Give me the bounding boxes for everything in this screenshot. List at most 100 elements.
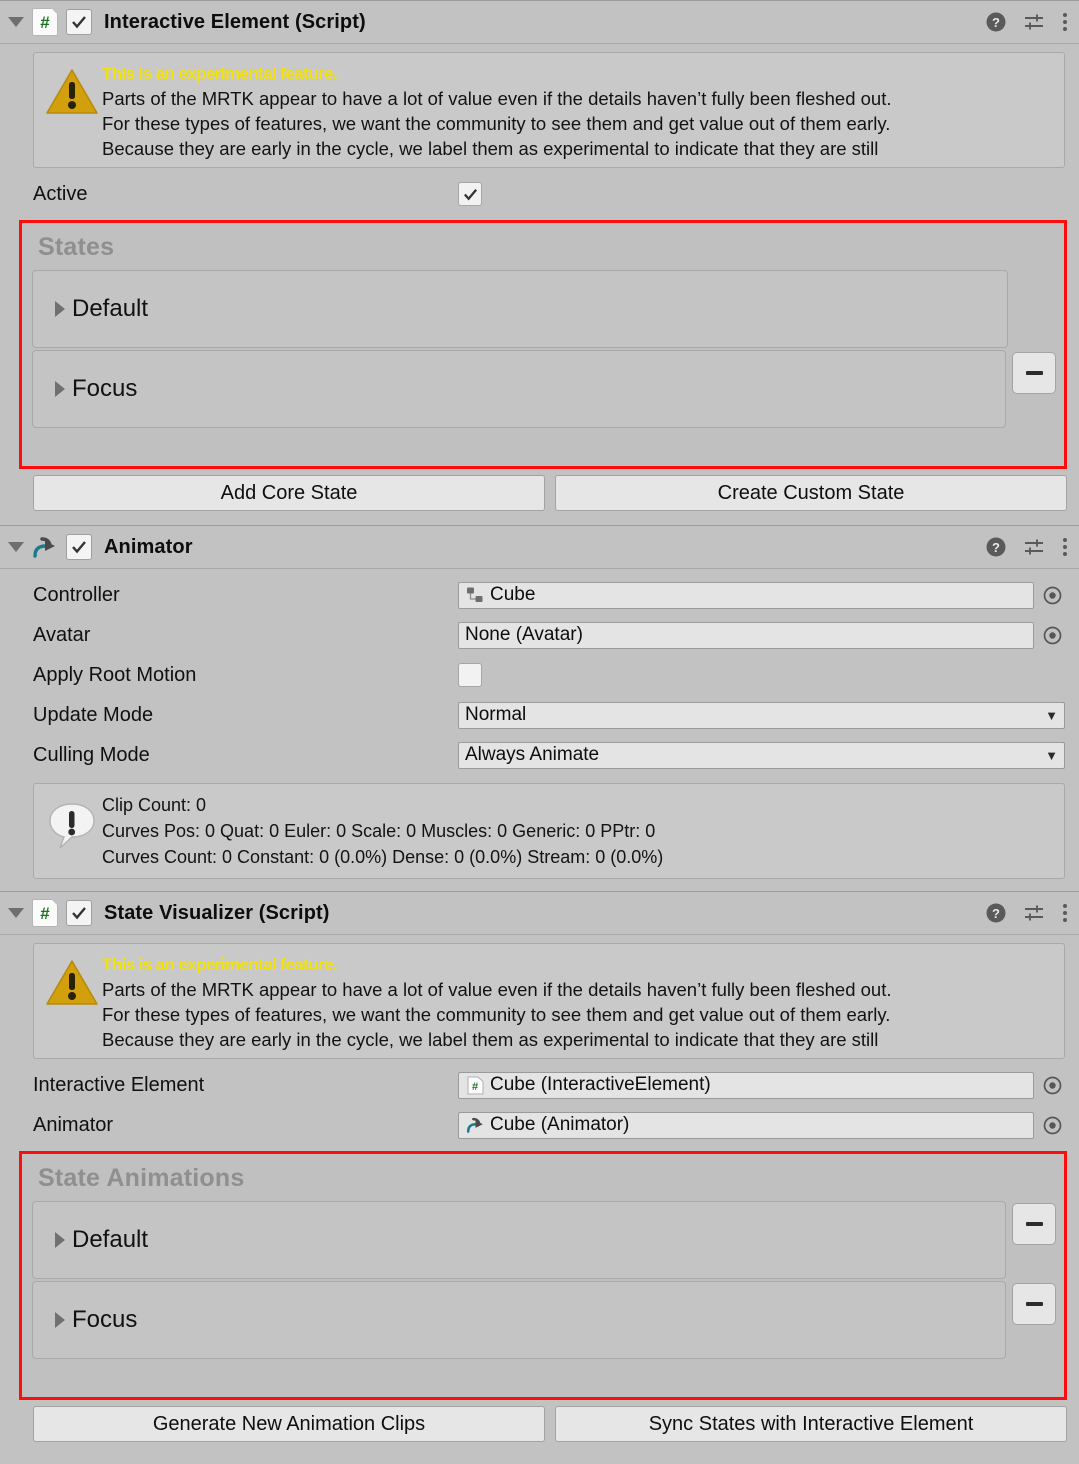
chevron-right-icon[interactable] — [55, 381, 65, 397]
foldout-triangle-icon[interactable] — [8, 17, 24, 27]
header-icon-group: ? — [985, 536, 1069, 558]
generate-new-animation-clips-button[interactable]: Generate New Animation Clips — [33, 1406, 545, 1442]
sync-states-with-interactive-element-button[interactable]: Sync States with Interactive Element — [555, 1406, 1067, 1442]
interactive-element-object-picker-button[interactable] — [1040, 1073, 1065, 1098]
create-custom-state-button[interactable]: Create Custom State — [555, 475, 1067, 511]
remove-state-animation-button-default[interactable] — [1012, 1203, 1056, 1245]
state-name-focus: Focus — [72, 375, 138, 402]
component-header-animator[interactable]: Animator ? — [0, 525, 1079, 569]
remove-state-button-focus[interactable] — [1012, 352, 1056, 394]
experimental-warning-box-1: This is an experimental feature. Parts o… — [33, 52, 1065, 168]
state-animation-foldout-focus[interactable]: Focus — [32, 1281, 1006, 1359]
experimental-warning-title-2: This is an experimental feature. — [102, 955, 338, 974]
avatar-object-field[interactable]: None (Avatar) — [458, 621, 1034, 649]
experimental-warning-line2-a: For these types of features, we want the… — [102, 113, 891, 134]
foldout-triangle-icon[interactable] — [8, 542, 24, 552]
more-menu-icon[interactable] — [1061, 902, 1069, 924]
help-icon[interactable]: ? — [985, 11, 1007, 33]
info-curves-count: Curves Count: 0 Constant: 0 (0.0%) Dense… — [102, 847, 664, 867]
animator-controller-icon — [465, 585, 485, 605]
component-header-interactive-element[interactable]: # Interactive Element (Script) ? — [0, 0, 1079, 44]
active-checkbox[interactable] — [458, 182, 482, 206]
animator-ref-object-picker-button[interactable] — [1040, 1113, 1065, 1138]
avatar-object-picker-button[interactable] — [1040, 623, 1065, 648]
remove-state-animation-button-focus[interactable] — [1012, 1283, 1056, 1325]
animator-info-box: Clip Count: 0 Curves Pos: 0 Quat: 0 Eule… — [33, 783, 1065, 879]
chevron-right-icon[interactable] — [55, 1232, 65, 1248]
chevron-right-icon[interactable] — [55, 1312, 65, 1328]
state-list-row-focus: Focus — [32, 350, 1056, 430]
experimental-warning-line2-b: For these types of features, we want the… — [102, 1004, 891, 1025]
warning-triangle-icon — [42, 61, 102, 117]
component-enabled-checkbox-state-visualizer[interactable] — [66, 900, 92, 926]
label-avatar: Avatar — [33, 623, 91, 646]
state-name-default: Default — [72, 295, 149, 322]
controller-object-picker-button[interactable] — [1040, 583, 1065, 608]
state-animation-list-footer — [32, 1361, 1056, 1389]
interactive-element-value: Cube (InteractiveElement) — [490, 1074, 711, 1095]
state-animation-name-default: Default — [72, 1226, 149, 1253]
minus-icon — [1025, 371, 1043, 375]
states-section-title: States — [38, 233, 115, 261]
component-body-animator: Controller Cube Avatar None (Avatar) App… — [0, 569, 1079, 891]
controller-field-wrap: Cube — [458, 581, 1065, 609]
update-mode-value: Normal — [465, 704, 527, 725]
component-header-state-visualizer[interactable]: # State Visualizer (Script) ? — [0, 891, 1079, 935]
preset-settings-icon[interactable] — [1023, 11, 1045, 33]
row-culling-mode: Culling Mode Always Animate ▼ — [0, 735, 1079, 775]
state-foldout-focus[interactable]: Focus — [32, 350, 1006, 428]
animator-info-text: Clip Count: 0 Curves Pos: 0 Quat: 0 Eule… — [102, 792, 1054, 870]
component-body-interactive-element: This is an experimental feature. Parts o… — [0, 52, 1079, 525]
state-list-footer — [32, 430, 1056, 458]
row-controller: Controller Cube — [0, 575, 1079, 615]
experimental-warning-text-2: This is an experimental feature. Parts o… — [102, 952, 1054, 1052]
more-menu-icon[interactable] — [1061, 536, 1069, 558]
animator-ref-field-wrap: Cube (Animator) — [458, 1111, 1065, 1139]
chevron-right-icon[interactable] — [55, 301, 65, 317]
svg-text:#: # — [471, 1081, 477, 1093]
add-core-state-button[interactable]: Add Core State — [33, 475, 545, 511]
apply-root-motion-checkbox[interactable] — [458, 663, 482, 687]
unity-inspector-panel: # Interactive Element (Script) ? This is… — [0, 0, 1079, 1464]
controller-value: Cube — [490, 584, 536, 605]
warning-triangle-icon — [42, 952, 102, 1008]
label-active: Active — [33, 182, 88, 205]
help-icon[interactable]: ? — [985, 536, 1007, 558]
states-button-row: Add Core State Create Custom State — [0, 469, 1079, 519]
culling-mode-dropdown[interactable]: Always Animate ▼ — [458, 741, 1065, 769]
state-foldout-default[interactable]: Default — [32, 270, 1008, 348]
row-active: Active — [0, 174, 1079, 214]
animator-ref-value: Cube (Animator) — [490, 1114, 630, 1135]
help-icon[interactable]: ? — [985, 902, 1007, 924]
culling-mode-value: Always Animate — [465, 744, 600, 765]
more-menu-icon[interactable] — [1061, 11, 1069, 33]
component-enabled-checkbox-animator[interactable] — [66, 534, 92, 560]
preset-settings-icon[interactable] — [1023, 536, 1045, 558]
foldout-triangle-icon[interactable] — [8, 908, 24, 918]
state-animation-foldout-default[interactable]: Default — [32, 1201, 1006, 1279]
interactive-element-object-field[interactable]: # Cube (InteractiveElement) — [458, 1071, 1034, 1099]
script-icon-glyph: # — [40, 903, 50, 923]
row-update-mode: Update Mode Normal ▼ — [0, 695, 1079, 735]
avatar-field-wrap: None (Avatar) — [458, 621, 1065, 649]
svg-text:?: ? — [992, 15, 1000, 30]
minus-icon — [1025, 1302, 1043, 1306]
info-curves-breakdown: Curves Pos: 0 Quat: 0 Euler: 0 Scale: 0 … — [102, 821, 656, 841]
controller-object-field[interactable]: Cube — [458, 581, 1034, 609]
label-culling-mode: Culling Mode — [33, 743, 150, 766]
states-highlight-box: States Default Focus — [19, 220, 1067, 469]
state-list-row-default: Default — [32, 270, 1056, 350]
label-update-mode: Update Mode — [33, 703, 154, 726]
component-title-state-visualizer: State Visualizer (Script) — [104, 901, 330, 924]
row-apply-root-motion: Apply Root Motion — [0, 655, 1079, 695]
avatar-value: None (Avatar) — [465, 624, 583, 645]
component-title-interactive-element: Interactive Element (Script) — [104, 10, 366, 33]
update-mode-dropdown[interactable]: Normal ▼ — [458, 701, 1065, 729]
preset-settings-icon[interactable] — [1023, 902, 1045, 924]
state-animation-row-default: Default — [32, 1201, 1056, 1281]
chevron-down-icon: ▼ — [1045, 707, 1058, 723]
script-icon: # — [465, 1075, 485, 1095]
experimental-warning-title-1: This is an experimental feature. — [102, 64, 338, 83]
animator-ref-object-field[interactable]: Cube (Animator) — [458, 1111, 1034, 1139]
component-enabled-checkbox-interactive-element[interactable] — [66, 9, 92, 35]
